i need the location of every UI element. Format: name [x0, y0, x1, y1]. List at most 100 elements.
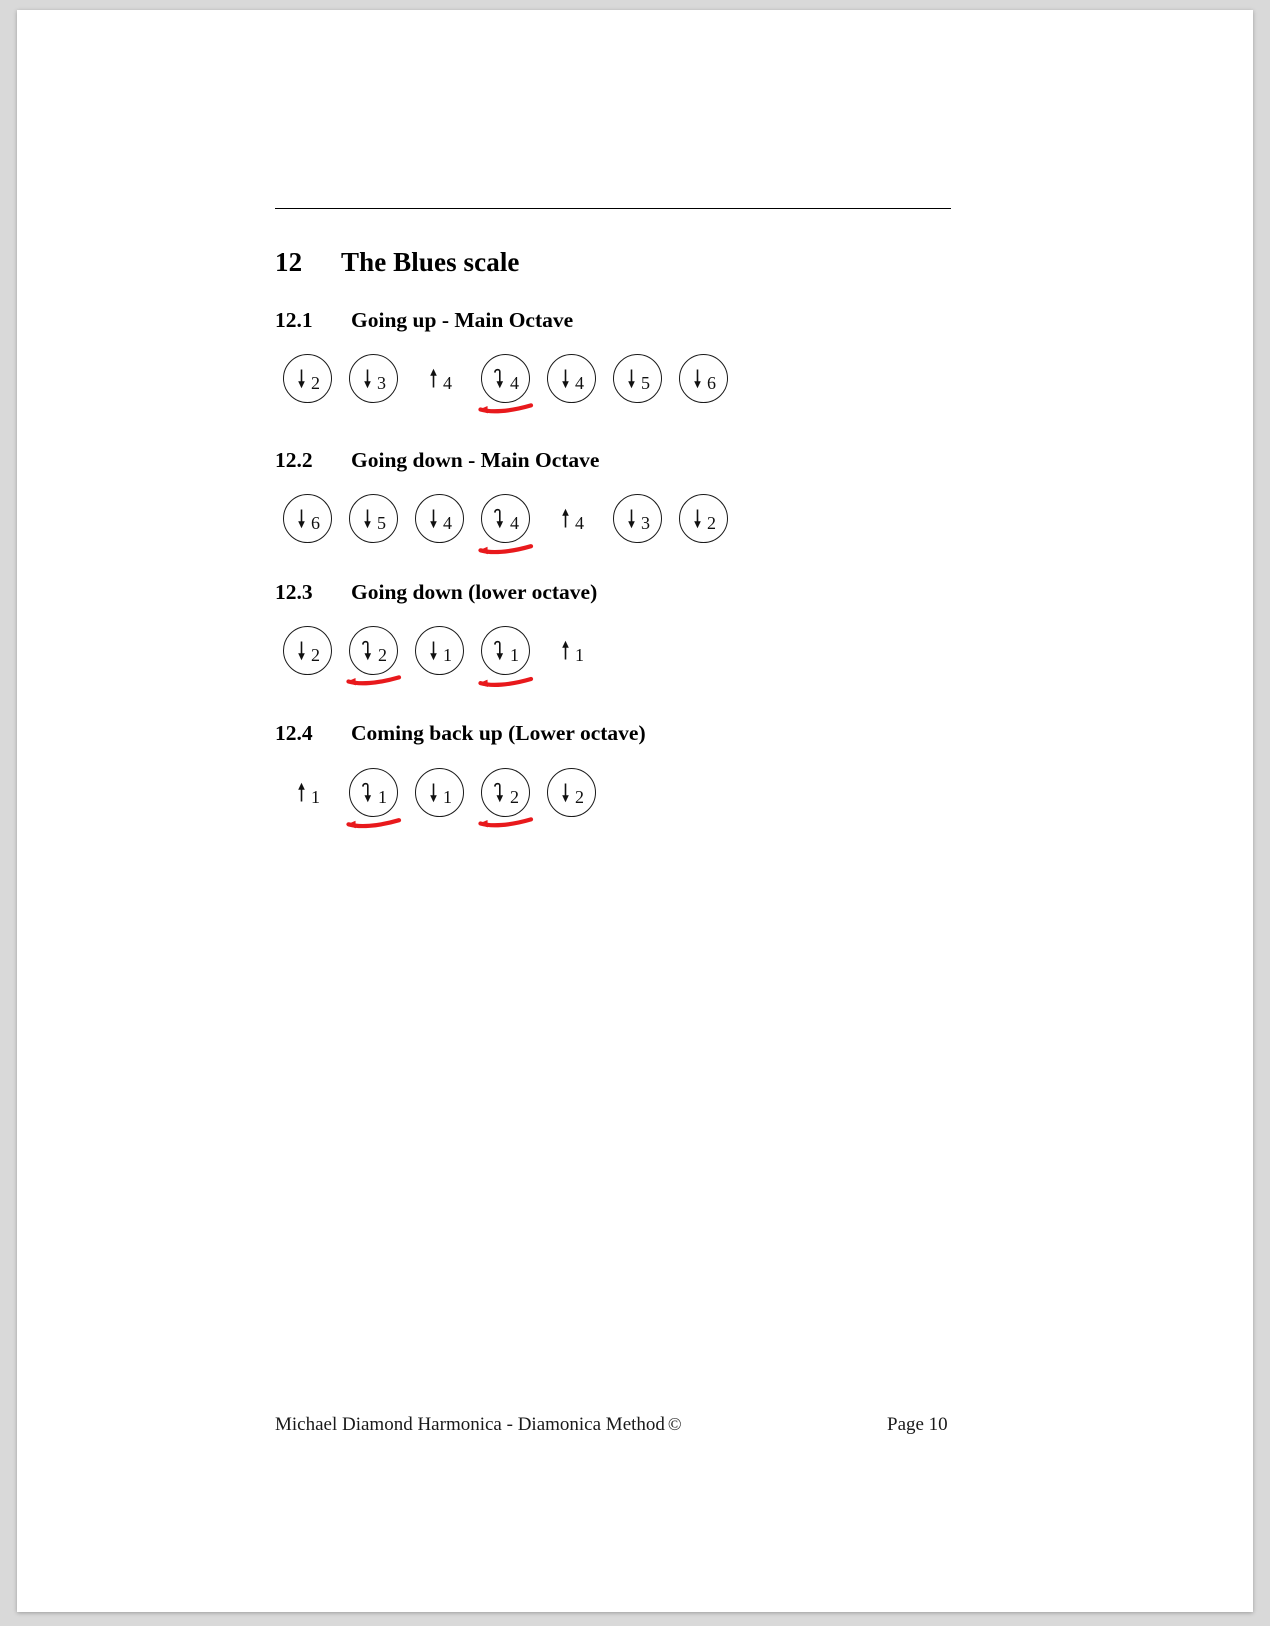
- down-arrow-icon: [692, 508, 703, 529]
- note-item[interactable]: 1: [275, 762, 341, 826]
- subsection-title: Going down (lower octave): [351, 580, 598, 604]
- note-label: 4: [428, 368, 452, 392]
- note-hole-number: 1: [443, 787, 452, 807]
- down-arrow-icon: [362, 508, 373, 529]
- note-label: 2: [493, 782, 519, 806]
- note-hole-number: 4: [510, 513, 519, 533]
- note-hole-number: 4: [510, 373, 519, 393]
- down-arrow-icon: [296, 368, 307, 389]
- note-label: 4: [493, 368, 519, 392]
- note-hole-number: 5: [641, 373, 650, 393]
- note-item[interactable]: 1: [539, 620, 605, 684]
- note-item[interactable]: 6: [275, 488, 341, 552]
- note-item[interactable]: 1: [473, 620, 539, 687]
- down-arrow-icon: [296, 508, 307, 529]
- down-arrow-icon: [692, 368, 703, 389]
- note-label: 6: [692, 368, 716, 392]
- note-label: 1: [428, 640, 452, 664]
- note-item[interactable]: 1: [407, 762, 473, 826]
- note-label: 1: [493, 640, 519, 664]
- bend-down-arrow-icon: [361, 640, 374, 661]
- note-item[interactable]: 2: [341, 620, 407, 686]
- note-hole-number: 4: [443, 373, 452, 393]
- note-item[interactable]: 2: [473, 762, 539, 828]
- subsection-number: 12.4: [275, 721, 313, 745]
- note-hole-number: 5: [377, 513, 386, 533]
- subsection-heading-12-4: 12.4 Coming back up (Lower octave): [275, 721, 646, 746]
- footer-page-number: Page 10: [887, 1414, 948, 1435]
- note-label: 2: [560, 782, 584, 806]
- down-arrow-icon: [362, 368, 373, 389]
- subsection-number: 12.1: [275, 308, 313, 332]
- up-arrow-icon: [296, 782, 307, 803]
- note-label: 1: [296, 782, 320, 806]
- bend-down-arrow-icon: [493, 368, 506, 389]
- note-label: 2: [692, 508, 716, 532]
- note-item[interactable]: 2: [539, 762, 605, 826]
- note-label: 4: [428, 508, 452, 532]
- note-hole-number: 3: [377, 373, 386, 393]
- note-hole-number: 4: [575, 513, 584, 533]
- subsection-title: Going down - Main Octave: [351, 448, 600, 472]
- note-hole-number: 2: [311, 645, 320, 665]
- note-hole-number: 2: [707, 513, 716, 533]
- up-arrow-icon: [428, 368, 439, 389]
- copyright-icon: ©: [667, 1414, 682, 1434]
- note-item[interactable]: 3: [341, 348, 407, 412]
- bend-down-arrow-icon: [493, 508, 506, 529]
- section-heading: 12 The Blues scale: [275, 247, 520, 278]
- note-label: 6: [296, 508, 320, 532]
- note-row-12-1: 2 3 4 4 4 5 6: [275, 348, 737, 414]
- subsection-number: 12.2: [275, 448, 313, 472]
- note-item[interactable]: 5: [341, 488, 407, 552]
- note-hole-number: 1: [311, 787, 320, 807]
- note-item[interactable]: 4: [473, 488, 539, 555]
- note-label: 5: [362, 508, 386, 532]
- page-footer: Michael Diamond Harmonica - Diamonica Me…: [275, 1414, 975, 1442]
- note-hole-number: 2: [575, 787, 584, 807]
- note-item[interactable]: 1: [407, 620, 473, 684]
- footer-credit: Michael Diamond Harmonica - Diamonica Me…: [275, 1414, 682, 1436]
- section-number: 12: [275, 247, 303, 277]
- note-label: 2: [296, 640, 320, 664]
- subsection-title: Coming back up (Lower octave): [351, 721, 646, 745]
- screenshot-canvas: 12 The Blues scale 12.1 Going up - Main Oc…: [0, 0, 1270, 1626]
- note-item[interactable]: 4: [539, 348, 605, 412]
- note-label: 4: [560, 368, 584, 392]
- note-hole-number: 2: [378, 645, 387, 665]
- note-item[interactable]: 3: [605, 488, 671, 552]
- note-item[interactable]: 4: [473, 348, 539, 414]
- note-item[interactable]: 4: [407, 488, 473, 552]
- note-label: 2: [361, 640, 387, 664]
- down-arrow-icon: [560, 368, 571, 389]
- note-hole-number: 6: [311, 513, 320, 533]
- note-label: 3: [626, 508, 650, 532]
- note-hole-number: 3: [641, 513, 650, 533]
- note-hole-number: 1: [575, 645, 584, 665]
- note-item[interactable]: 4: [407, 348, 473, 412]
- bend-down-arrow-icon: [493, 640, 506, 661]
- subsection-title: Going up - Main Octave: [351, 308, 574, 332]
- bend-down-arrow-icon: [361, 782, 374, 803]
- down-arrow-icon: [428, 508, 439, 529]
- note-label: 1: [428, 782, 452, 806]
- note-label: 2: [296, 368, 320, 392]
- note-item[interactable]: 4: [539, 488, 605, 552]
- section-title: The Blues scale: [341, 247, 520, 277]
- subsection-number: 12.3: [275, 580, 313, 604]
- note-item[interactable]: 1: [341, 762, 407, 829]
- note-item[interactable]: 2: [275, 348, 341, 412]
- note-hole-number: 1: [510, 645, 519, 665]
- note-item[interactable]: 6: [671, 348, 737, 412]
- note-hole-number: 4: [575, 373, 584, 393]
- note-item[interactable]: 5: [605, 348, 671, 412]
- down-arrow-icon: [626, 508, 637, 529]
- note-item[interactable]: 2: [671, 488, 737, 552]
- note-hole-number: 1: [378, 787, 387, 807]
- note-hole-number: 6: [707, 373, 716, 393]
- down-arrow-icon: [428, 640, 439, 661]
- down-arrow-icon: [626, 368, 637, 389]
- header-rule: [275, 208, 951, 209]
- subsection-heading-12-1: 12.1 Going up - Main Octave: [275, 308, 573, 333]
- note-item[interactable]: 2: [275, 620, 341, 684]
